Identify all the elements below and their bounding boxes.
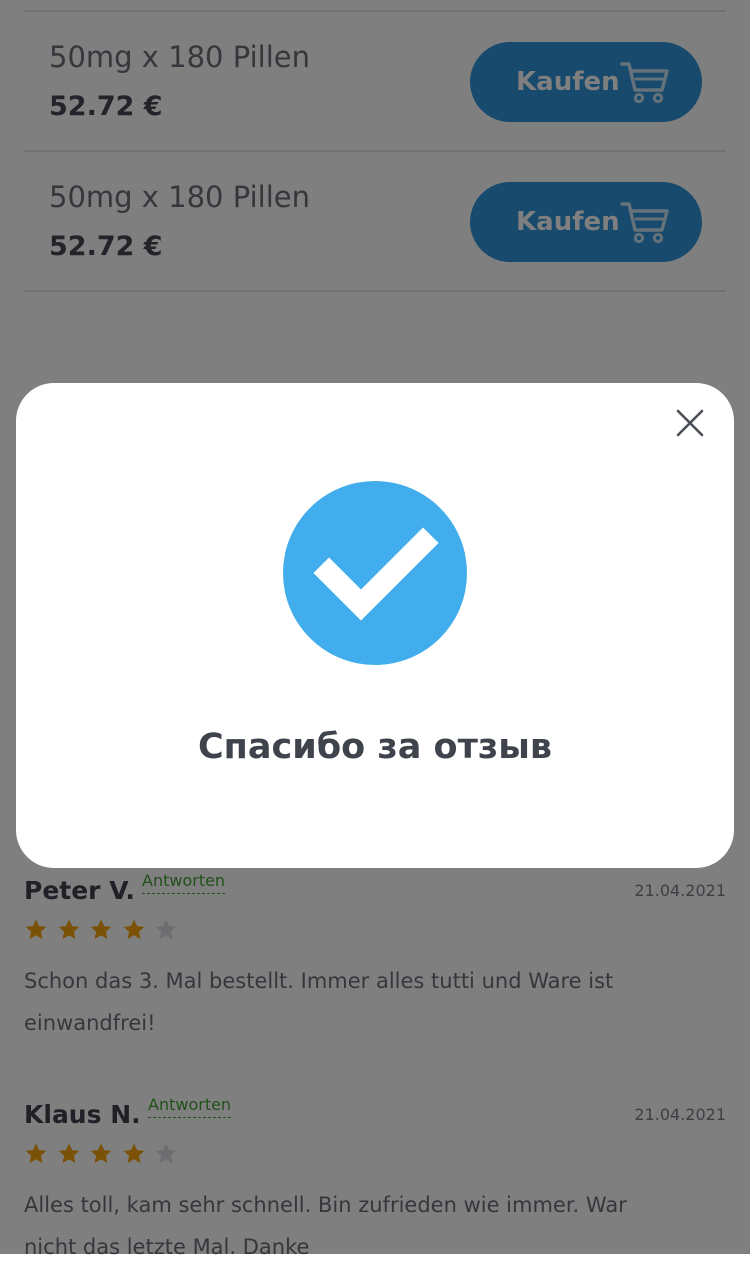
thank-you-message: Спасибо за отзыв [197,727,553,767]
close-icon[interactable] [676,409,704,437]
check-circle-icon [283,481,467,665]
thank-you-dialog: Спасибо за отзыв [16,383,734,868]
